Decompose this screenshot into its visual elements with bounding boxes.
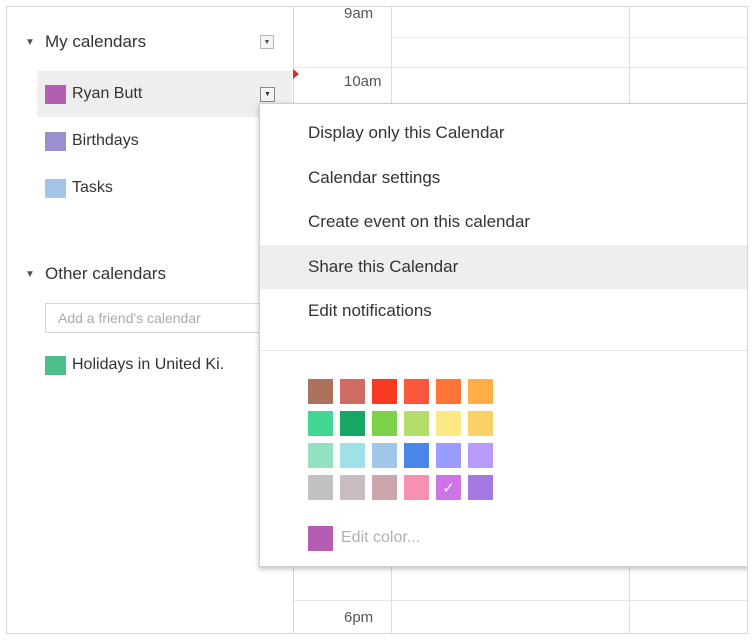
color-chip[interactable] — [404, 475, 429, 500]
color-chip[interactable] — [436, 379, 461, 404]
calendar-color-swatch — [45, 84, 66, 104]
time-label-6pm: 6pm — [344, 609, 374, 626]
color-chip[interactable] — [340, 411, 365, 436]
calendar-color-swatch — [45, 131, 66, 151]
grid-half-hour-line — [391, 37, 747, 38]
calendar-window: ▼ My calendars ▼ Ryan Butt ▼ Birthdays T… — [6, 6, 748, 634]
my-calendars-header[interactable]: ▼ My calendars ▼ — [7, 24, 292, 60]
color-chip[interactable] — [308, 443, 333, 468]
color-chip[interactable] — [372, 475, 397, 500]
color-chip[interactable] — [372, 443, 397, 468]
other-calendars-label: Other calendars — [45, 264, 166, 283]
time-label-10am: 10am — [344, 73, 382, 90]
calendar-item-label: Tasks — [72, 179, 113, 196]
custom-color-chip[interactable] — [308, 525, 333, 551]
color-chip[interactable] — [340, 475, 365, 500]
color-chip[interactable] — [468, 475, 493, 500]
menu-item-create-event[interactable]: Create event on this calendar — [260, 200, 747, 244]
menu-item-edit-notifications[interactable]: Edit notifications — [260, 289, 747, 333]
color-chip[interactable] — [308, 411, 333, 436]
color-chip[interactable] — [468, 411, 493, 436]
calendar-options-menu: Display only this Calendar Calendar sett… — [259, 103, 747, 567]
edit-color-label[interactable]: Edit color... — [341, 529, 420, 547]
calendar-item-label: Birthdays — [72, 132, 139, 149]
edit-color-option[interactable]: Edit color... — [308, 525, 420, 551]
time-label-9am: 9am — [344, 6, 374, 22]
color-chip[interactable] — [436, 411, 461, 436]
menu-item-display-only[interactable]: Display only this Calendar — [260, 111, 747, 155]
menu-item-calendar-settings[interactable]: Calendar settings — [260, 156, 747, 200]
calendar-color-swatch — [45, 178, 66, 198]
add-friend-calendar-input[interactable] — [45, 303, 275, 333]
my-calendars-label: My calendars — [45, 32, 147, 51]
color-chip[interactable] — [308, 475, 333, 500]
sidebar: ▼ My calendars ▼ Ryan Butt ▼ Birthdays T… — [7, 7, 292, 633]
color-chip[interactable] — [436, 443, 461, 468]
calendar-item-ryan-butt[interactable]: Ryan Butt ▼ — [37, 71, 292, 117]
my-calendars-dropdown-button[interactable]: ▼ — [260, 35, 274, 49]
color-chip[interactable] — [404, 379, 429, 404]
color-chip[interactable] — [372, 379, 397, 404]
color-chip[interactable] — [468, 443, 493, 468]
calendar-item-label: Holidays in United Ki. — [72, 356, 225, 373]
collapse-triangle-icon[interactable]: ▼ — [25, 269, 35, 280]
current-time-marker — [293, 69, 299, 79]
other-calendars-header[interactable]: ▼ Other calendars — [7, 256, 292, 292]
color-chip[interactable] — [404, 443, 429, 468]
calendar-item-holidays[interactable]: Holidays in United Ki. — [37, 342, 292, 388]
calendar-item-birthdays[interactable]: Birthdays — [37, 118, 292, 164]
color-chip[interactable] — [372, 411, 397, 436]
calendar-item-label: Ryan Butt — [72, 85, 143, 102]
calendar-options-dropdown-button[interactable]: ▼ — [260, 86, 275, 102]
menu-item-share-calendar[interactable]: Share this Calendar — [260, 245, 747, 289]
grid-hour-line — [294, 67, 747, 68]
calendar-color-swatch — [45, 355, 66, 375]
menu-separator — [260, 350, 747, 351]
color-chip[interactable] — [340, 379, 365, 404]
color-chip[interactable] — [340, 443, 365, 468]
grid-hour-line — [294, 600, 747, 601]
calendar-item-tasks[interactable]: Tasks — [37, 165, 292, 211]
collapse-triangle-icon[interactable]: ▼ — [25, 37, 35, 48]
color-chip[interactable] — [468, 379, 493, 404]
selected-color-check-icon[interactable]: ✓ — [436, 475, 461, 500]
color-chip[interactable] — [308, 379, 333, 404]
color-chip[interactable] — [404, 411, 429, 436]
